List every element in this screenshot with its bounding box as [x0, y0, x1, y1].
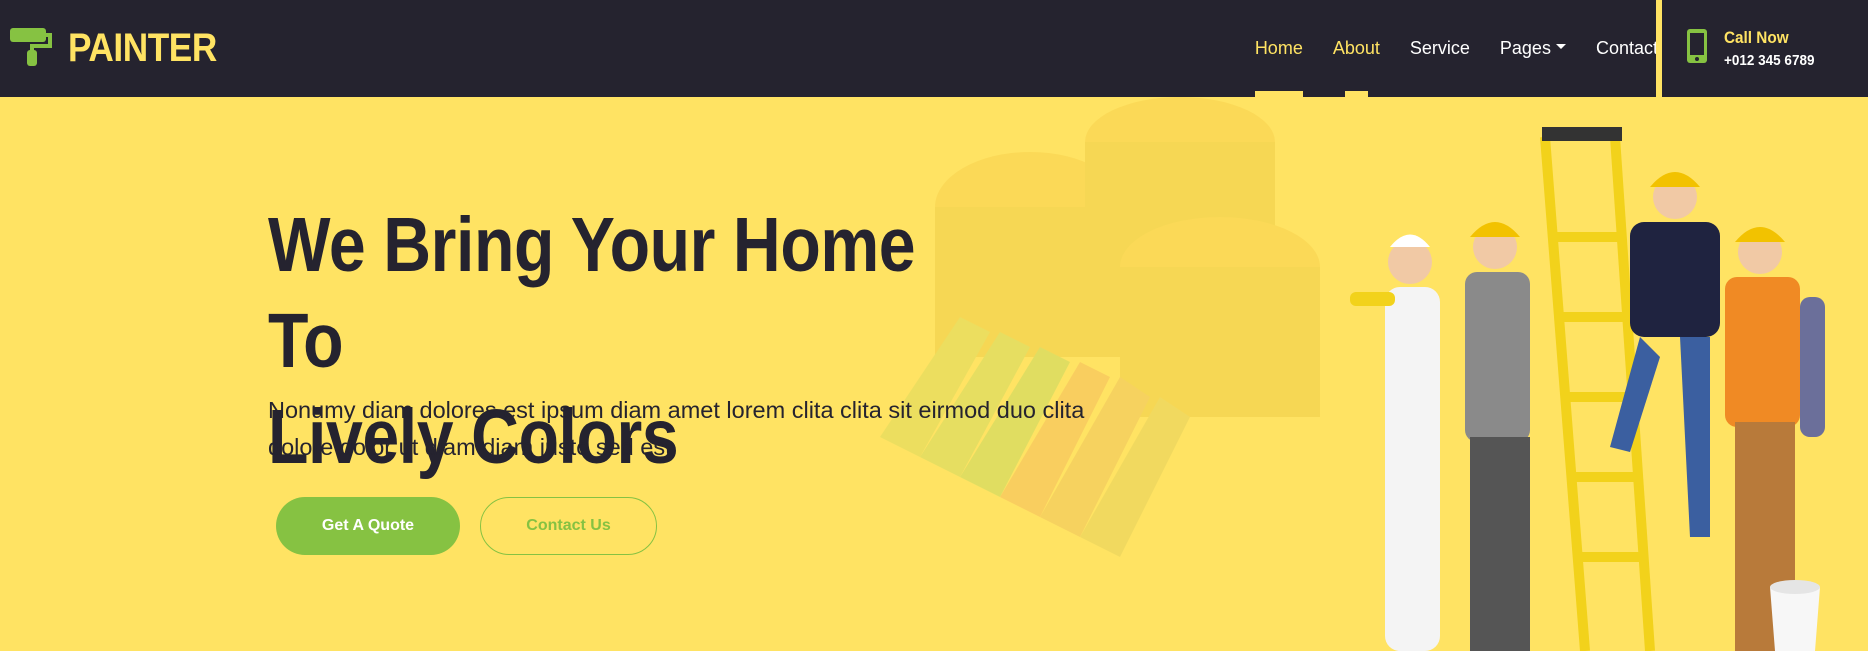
- chevron-down-icon: [1555, 44, 1566, 49]
- paint-roller-icon: [10, 24, 54, 73]
- nav-item-service[interactable]: Service: [1410, 0, 1470, 97]
- nav-item-label: Pages: [1499, 38, 1551, 58]
- hero-section: We Bring Your Home To Lively Colors Nonu…: [0, 97, 1868, 651]
- call-number: +012 345 6789: [1724, 52, 1815, 69]
- nav-item-contact[interactable]: Contact: [1596, 0, 1658, 97]
- contact-us-button[interactable]: Contact Us: [480, 497, 657, 555]
- hero-description: Nonumy diam dolores est ipsum diam amet …: [268, 397, 1085, 460]
- nav-item-pages-dropdown[interactable]: Pages: [1500, 0, 1566, 97]
- nav-item-label: Contact: [1595, 38, 1658, 58]
- call-title: Call Now: [1724, 28, 1789, 47]
- main-nav: Home About Service Pages Contact: [1225, 0, 1658, 97]
- call-now-block[interactable]: Call Now +012 345 6789: [1686, 28, 1825, 69]
- hero-title-line-1: We Bring Your Home To: [268, 202, 916, 384]
- painters-team-image: [1350, 127, 1825, 651]
- navbar: PAINTER Home About Service Pages Contact: [0, 0, 1868, 97]
- brand-logo-link[interactable]: PAINTER: [10, 24, 237, 73]
- brand-name: PAINTER: [68, 26, 217, 70]
- nav-item-label: Home: [1254, 38, 1303, 58]
- call-divider: [1656, 0, 1662, 97]
- nav-item-label: Service: [1409, 38, 1470, 58]
- mobile-phone-icon: [1686, 28, 1708, 69]
- call-text: Call Now +012 345 6789: [1724, 28, 1825, 69]
- nav-item-home[interactable]: Home: [1254, 0, 1303, 97]
- get-a-quote-button[interactable]: Get A Quote: [276, 497, 460, 555]
- nav-item-label: About: [1332, 38, 1380, 58]
- nav-item-about[interactable]: About: [1333, 0, 1380, 97]
